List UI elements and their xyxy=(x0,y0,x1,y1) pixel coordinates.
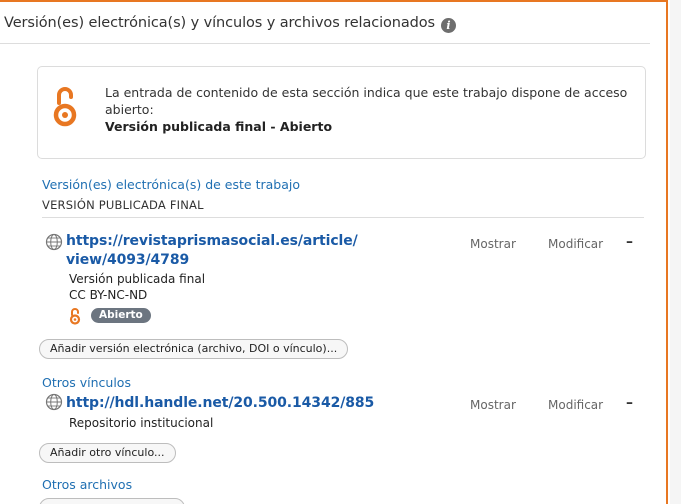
version-group-label: VERSIÓN PUBLICADA FINAL xyxy=(42,198,204,212)
link-line-1[interactable]: https://revistaprismasocial.es/article/ xyxy=(66,232,358,251)
link-line-2[interactable]: view/4093/4789 xyxy=(66,251,358,270)
divider xyxy=(42,217,644,218)
edit-button[interactable]: Modificar xyxy=(548,237,603,251)
remove-button[interactable]: – xyxy=(626,395,633,411)
open-access-lock-icon xyxy=(53,87,77,127)
add-file-button[interactable] xyxy=(39,498,185,504)
open-access-message: La entrada de contenido de esta sección … xyxy=(105,85,628,117)
globe-icon xyxy=(45,233,63,251)
edit-button[interactable]: Modificar xyxy=(548,398,603,412)
show-button[interactable]: Mostrar xyxy=(470,398,516,412)
open-access-lock-icon xyxy=(69,308,81,325)
globe-icon xyxy=(45,393,63,411)
add-electronic-version-button[interactable]: Añadir versión electrónica (archivo, DOI… xyxy=(39,339,349,359)
panel-title: Versión(es) electrónica(s) y vínculos y … xyxy=(4,15,436,31)
other-files-title: Otros archivos xyxy=(42,477,133,492)
link-description: Repositorio institucional xyxy=(69,416,214,430)
scrollbar-gutter[interactable] xyxy=(670,0,681,504)
open-access-version: Versión publicada final - Abierto xyxy=(105,119,333,134)
license: CC BY-NC-ND xyxy=(69,288,148,302)
electronic-versions-title: Versión(es) electrónica(s) de este traba… xyxy=(42,177,300,192)
panel: Versión(es) electrónica(s) y vínculos y … xyxy=(0,0,668,504)
add-other-link-button[interactable]: Añadir otro vínculo... xyxy=(39,443,176,463)
show-button[interactable]: Mostrar xyxy=(470,237,516,251)
panel-header: Versión(es) electrónica(s) y vínculos y … xyxy=(0,2,650,44)
open-access-text: La entrada de contenido de esta sección … xyxy=(105,84,635,135)
electronic-version-link[interactable]: https://revistaprismasocial.es/article/ … xyxy=(66,232,358,270)
open-access-notice: La entrada de contenido de esta sección … xyxy=(37,66,646,159)
status-badge: Abierto xyxy=(91,308,151,323)
remove-button[interactable]: – xyxy=(626,234,633,250)
other-link[interactable]: http://hdl.handle.net/20.500.14342/885 xyxy=(66,394,374,413)
other-links-title: Otros vínculos xyxy=(42,375,131,390)
info-icon[interactable]: i xyxy=(441,18,457,33)
version-type: Versión publicada final xyxy=(69,272,206,286)
